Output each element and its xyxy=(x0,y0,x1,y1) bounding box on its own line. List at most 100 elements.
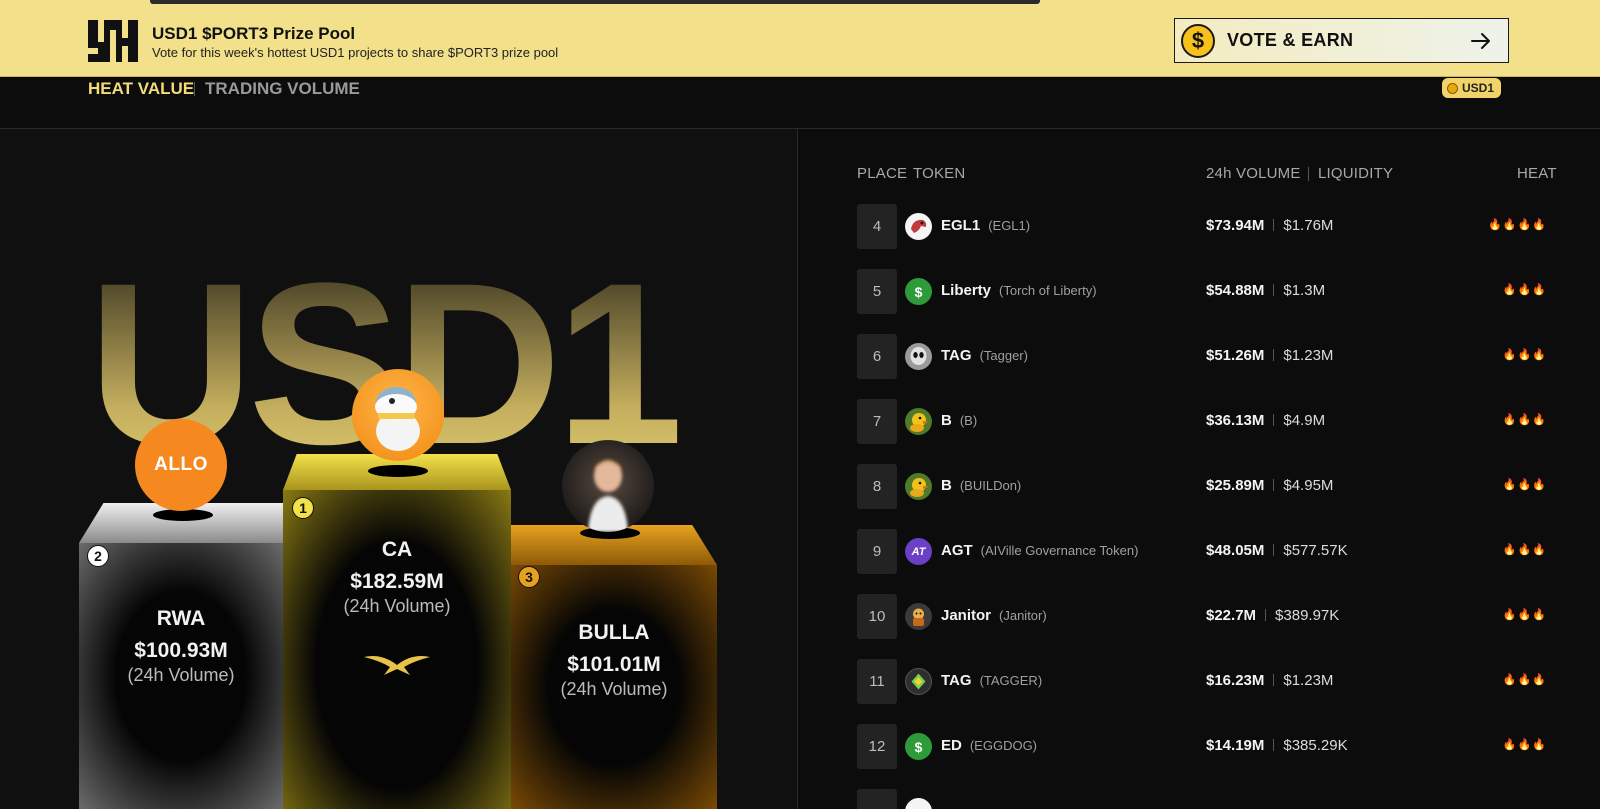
heat-fire-icons: 🔥🔥🔥 xyxy=(1502,609,1547,621)
table-row-partial[interactable] xyxy=(857,789,1557,809)
table-row[interactable]: 6 TAG (Tagger) $51.26M $1.23M 🔥🔥🔥 xyxy=(857,334,1557,379)
podium-name-third: BULLA xyxy=(578,621,650,644)
usd1-filter-badge[interactable]: USD1 xyxy=(1442,78,1502,98)
token-symbol: B xyxy=(941,412,952,429)
tab-trading-volume[interactable]: TRADING VOLUME xyxy=(205,79,360,99)
token-volume: $36.13M xyxy=(1206,412,1265,429)
place-number-partial xyxy=(857,789,897,809)
dollar-icon: $ xyxy=(905,733,932,760)
dollar-icon: $ xyxy=(905,278,932,305)
value-divider xyxy=(1273,219,1275,231)
token-name: (AIVille Governance Token) xyxy=(980,543,1139,558)
table-row[interactable]: 12 $ ED (EGGDOG) $14.19M $385.29K 🔥🔥🔥 xyxy=(857,724,1557,769)
table-row[interactable]: 11 TAG (TAGGER) $16.23M $1.23M 🔥🔥🔥 xyxy=(857,659,1557,704)
value-divider xyxy=(1273,544,1275,556)
allo-logo-text: ALLO xyxy=(154,454,208,475)
header-divider-small xyxy=(1308,167,1309,181)
heat-fire-icons: 🔥🔥🔥 xyxy=(1502,284,1547,296)
token-liquidity: $577.57K xyxy=(1283,542,1348,559)
token-symbol: ED xyxy=(941,737,962,754)
window-top-edge xyxy=(150,0,1040,4)
token-liquidity: $1.3M xyxy=(1283,282,1326,299)
table-row[interactable]: 9 AT AGT (AIVille Governance Token) $48.0… xyxy=(857,529,1557,574)
podium-block-first[interactable]: CA $182.59M (24h Volume) xyxy=(283,454,511,809)
token-volume: $51.26M xyxy=(1206,347,1265,364)
usd1-coin-icon xyxy=(1447,82,1458,94)
heat-fire-icons: 🔥🔥🔥🔥 xyxy=(1488,219,1547,231)
token-name: (Torch of Liberty) xyxy=(999,283,1097,298)
podium-volume-first: $182.59M xyxy=(350,570,444,593)
duck-icon xyxy=(905,473,932,500)
token-name: (Janitor) xyxy=(999,608,1047,623)
token-symbol: B xyxy=(941,477,952,494)
heat-fire-icons: 🔥🔥🔥 xyxy=(1502,674,1547,686)
child-photo-icon xyxy=(588,460,628,532)
token-liquidity: $389.97K xyxy=(1275,607,1340,624)
token-volume: $14.19M xyxy=(1206,737,1265,754)
token-symbol: TAG xyxy=(941,672,972,689)
place-number: 10 xyxy=(857,594,897,639)
header-liquidity[interactable]: LIQUIDITY xyxy=(1318,165,1393,182)
header-heat[interactable]: HEAT xyxy=(1517,165,1557,182)
podium-name-first: CA xyxy=(381,538,413,561)
token-name: (B) xyxy=(959,413,978,428)
podium-hole-first xyxy=(368,465,428,477)
token-symbol: TAG xyxy=(941,347,972,364)
agt-icon: AT xyxy=(905,538,932,565)
heat-fire-icons: 🔥🔥🔥 xyxy=(1502,349,1547,361)
value-divider xyxy=(1273,739,1275,751)
promo-banner: USD1 $PORT3 Prize Pool Vote for this wee… xyxy=(0,0,1600,77)
avatar-first-ca[interactable] xyxy=(352,369,444,461)
token-name: (EGL1) xyxy=(988,218,1031,233)
rank-badge-first: 1 xyxy=(292,497,314,519)
token-name: (BUILDon) xyxy=(959,478,1022,493)
header-token: TOKEN xyxy=(913,165,966,182)
header-24h-volume[interactable]: 24h VOLUME xyxy=(1206,165,1301,182)
podium-volume-third: $101.01M xyxy=(567,653,661,676)
ca-mascot-icon xyxy=(375,387,420,451)
token-liquidity: $1.23M xyxy=(1283,347,1334,364)
alien-icon xyxy=(905,343,932,370)
heat-fire-icons: 🔥🔥🔥 xyxy=(1502,739,1547,751)
token-name: (Tagger) xyxy=(979,348,1028,363)
place-number: 12 xyxy=(857,724,897,769)
heat-fire-icons: 🔥🔥🔥 xyxy=(1502,544,1547,556)
place-number: 4 xyxy=(857,204,897,249)
podium-block-second[interactable]: RWA $100.93M (24h Volume) xyxy=(79,503,283,809)
table-row[interactable]: 4 EGL1 (EGL1) $73.94M $1.76M 🔥🔥🔥🔥 xyxy=(857,204,1557,249)
usd1-badge-label: USD1 xyxy=(1462,81,1495,95)
brand-logo-icon xyxy=(88,20,138,62)
avatar-second-allo[interactable]: ALLO xyxy=(135,419,227,511)
table-row[interactable]: 7 B (B) $36.13M $4.9M 🔥🔥🔥 xyxy=(857,399,1557,444)
token-volume: $25.89M xyxy=(1206,477,1265,494)
janitor-icon xyxy=(905,603,932,630)
vote-earn-button[interactable]: $ VOTE & EARN xyxy=(1174,18,1509,63)
podium-name-second: RWA xyxy=(156,607,206,630)
golden-eagle-icon xyxy=(364,656,430,675)
token-liquidity: $1.76M xyxy=(1283,217,1334,234)
token-volume: $54.88M xyxy=(1206,282,1265,299)
place-number: 8 xyxy=(857,464,897,509)
podium-volume-label-first: (24h Volume) xyxy=(343,596,451,616)
place-number: 6 xyxy=(857,334,897,379)
token-symbol: Janitor xyxy=(941,607,992,624)
eagle-icon xyxy=(905,213,932,240)
tab-heat-value[interactable]: HEAT VALUE xyxy=(88,79,194,99)
rank-badge-second: 2 xyxy=(87,545,109,567)
avatar-third-bulla[interactable] xyxy=(562,440,654,532)
place-number: 5 xyxy=(857,269,897,314)
token-liquidity: $1.23M xyxy=(1283,672,1334,689)
value-divider xyxy=(1273,414,1275,426)
table-row[interactable]: 10 Janitor (Janitor) $22.7M $389.97K 🔥🔥🔥 xyxy=(857,594,1557,639)
podium-panel: USD1 RWA $100.93M (24h Volume) ALLO 2 CA… xyxy=(0,129,797,809)
podium-face-third: BULLA $101.01M (24h Volume) xyxy=(511,565,717,809)
table-row[interactable]: 5 $ Liberty (Torch of Liberty) $54.88M $1.… xyxy=(857,269,1557,314)
token-name: (EGGDOG) xyxy=(969,738,1038,753)
table-row[interactable]: 8 B (BUILDon) $25.89M $4.95M 🔥🔥🔥 xyxy=(857,464,1557,509)
value-divider xyxy=(1265,609,1267,621)
podium-block-third[interactable]: BULLA $101.01M (24h Volume) xyxy=(511,525,717,809)
header-place: PLACE xyxy=(857,165,908,182)
token-name: (TAGGER) xyxy=(979,673,1043,688)
token-symbol: Liberty xyxy=(941,282,992,299)
duck-icon xyxy=(905,408,932,435)
